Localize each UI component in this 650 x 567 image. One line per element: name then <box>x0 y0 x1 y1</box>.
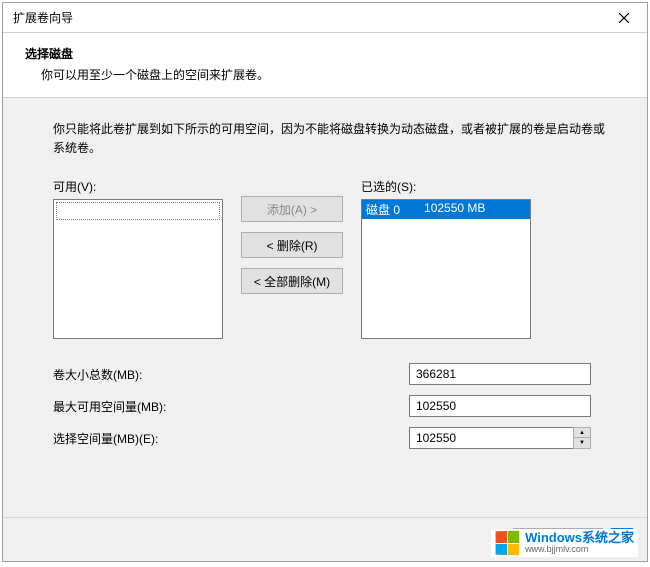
add-button[interactable]: 添加(A) > <box>241 196 343 222</box>
watermark: Windows系统之家 www.bjjmlv.com <box>491 529 638 557</box>
total-size-row: 卷大小总数(MB): <box>53 363 607 385</box>
remove-button[interactable]: < 删除(R) <box>241 232 343 258</box>
watermark-sub: www.bjjmlv.com <box>525 545 634 555</box>
spinner-buttons: ▲ ▼ <box>573 427 591 449</box>
selected-label: 已选的(S): <box>361 178 531 195</box>
total-size-input <box>409 363 591 385</box>
select-space-label: 选择空间量(MB)(E): <box>53 430 409 447</box>
transfer-buttons: 添加(A) > < 删除(R) < 全部删除(M) <box>241 178 343 294</box>
body-section: 你只能将此卷扩展到如下所示的可用空间，因为不能将磁盘转换为动态磁盘，或者被扩展的… <box>3 98 647 538</box>
selected-disk-name: 磁盘 0 <box>366 201 400 218</box>
max-space-input <box>409 395 591 417</box>
spin-up-button[interactable]: ▲ <box>573 427 591 438</box>
total-size-label: 卷大小总数(MB): <box>53 366 409 383</box>
size-fields: 卷大小总数(MB): 最大可用空间量(MB): 选择空间量(MB)(E): ▲ … <box>53 363 607 449</box>
selected-disk-size: 102550 MB <box>424 201 485 218</box>
close-button[interactable] <box>609 6 639 30</box>
select-space-spinner: ▲ ▼ <box>409 427 591 449</box>
available-column: 可用(V): <box>53 178 223 339</box>
spin-down-button[interactable]: ▼ <box>573 438 591 449</box>
titlebar: 扩展卷向导 <box>3 3 647 33</box>
watermark-text: Windows系统之家 www.bjjmlv.com <box>525 531 634 555</box>
available-label: 可用(V): <box>53 178 223 195</box>
max-space-row: 最大可用空间量(MB): <box>53 395 607 417</box>
selected-listbox[interactable]: 磁盘 0 102550 MB <box>361 199 531 339</box>
disk-selection-row: 可用(V): 添加(A) > < 删除(R) < 全部删除(M) 已选的(S):… <box>53 178 607 339</box>
header-subtext: 你可以用至少一个磁盘上的空间来扩展卷。 <box>25 66 627 83</box>
windows-logo-icon <box>496 530 520 555</box>
list-item[interactable]: 磁盘 0 102550 MB <box>362 200 530 219</box>
header-heading: 选择磁盘 <box>25 45 627 62</box>
close-icon <box>619 13 629 23</box>
watermark-main: Windows系统之家 <box>525 531 634 545</box>
header-section: 选择磁盘 你可以用至少一个磁盘上的空间来扩展卷。 <box>3 33 647 98</box>
select-space-row: 选择空间量(MB)(E): ▲ ▼ <box>53 427 607 449</box>
description-text: 你只能将此卷扩展到如下所示的可用空间，因为不能将磁盘转换为动态磁盘，或者被扩展的… <box>53 120 607 158</box>
available-listbox[interactable] <box>53 199 223 339</box>
wizard-window: 扩展卷向导 选择磁盘 你可以用至少一个磁盘上的空间来扩展卷。 你只能将此卷扩展到… <box>2 2 648 562</box>
max-space-label: 最大可用空间量(MB): <box>53 398 409 415</box>
window-title: 扩展卷向导 <box>13 9 73 26</box>
select-space-input[interactable] <box>409 427 573 449</box>
selected-column: 已选的(S): 磁盘 0 102550 MB <box>361 178 531 339</box>
remove-all-button[interactable]: < 全部删除(M) <box>241 268 343 294</box>
